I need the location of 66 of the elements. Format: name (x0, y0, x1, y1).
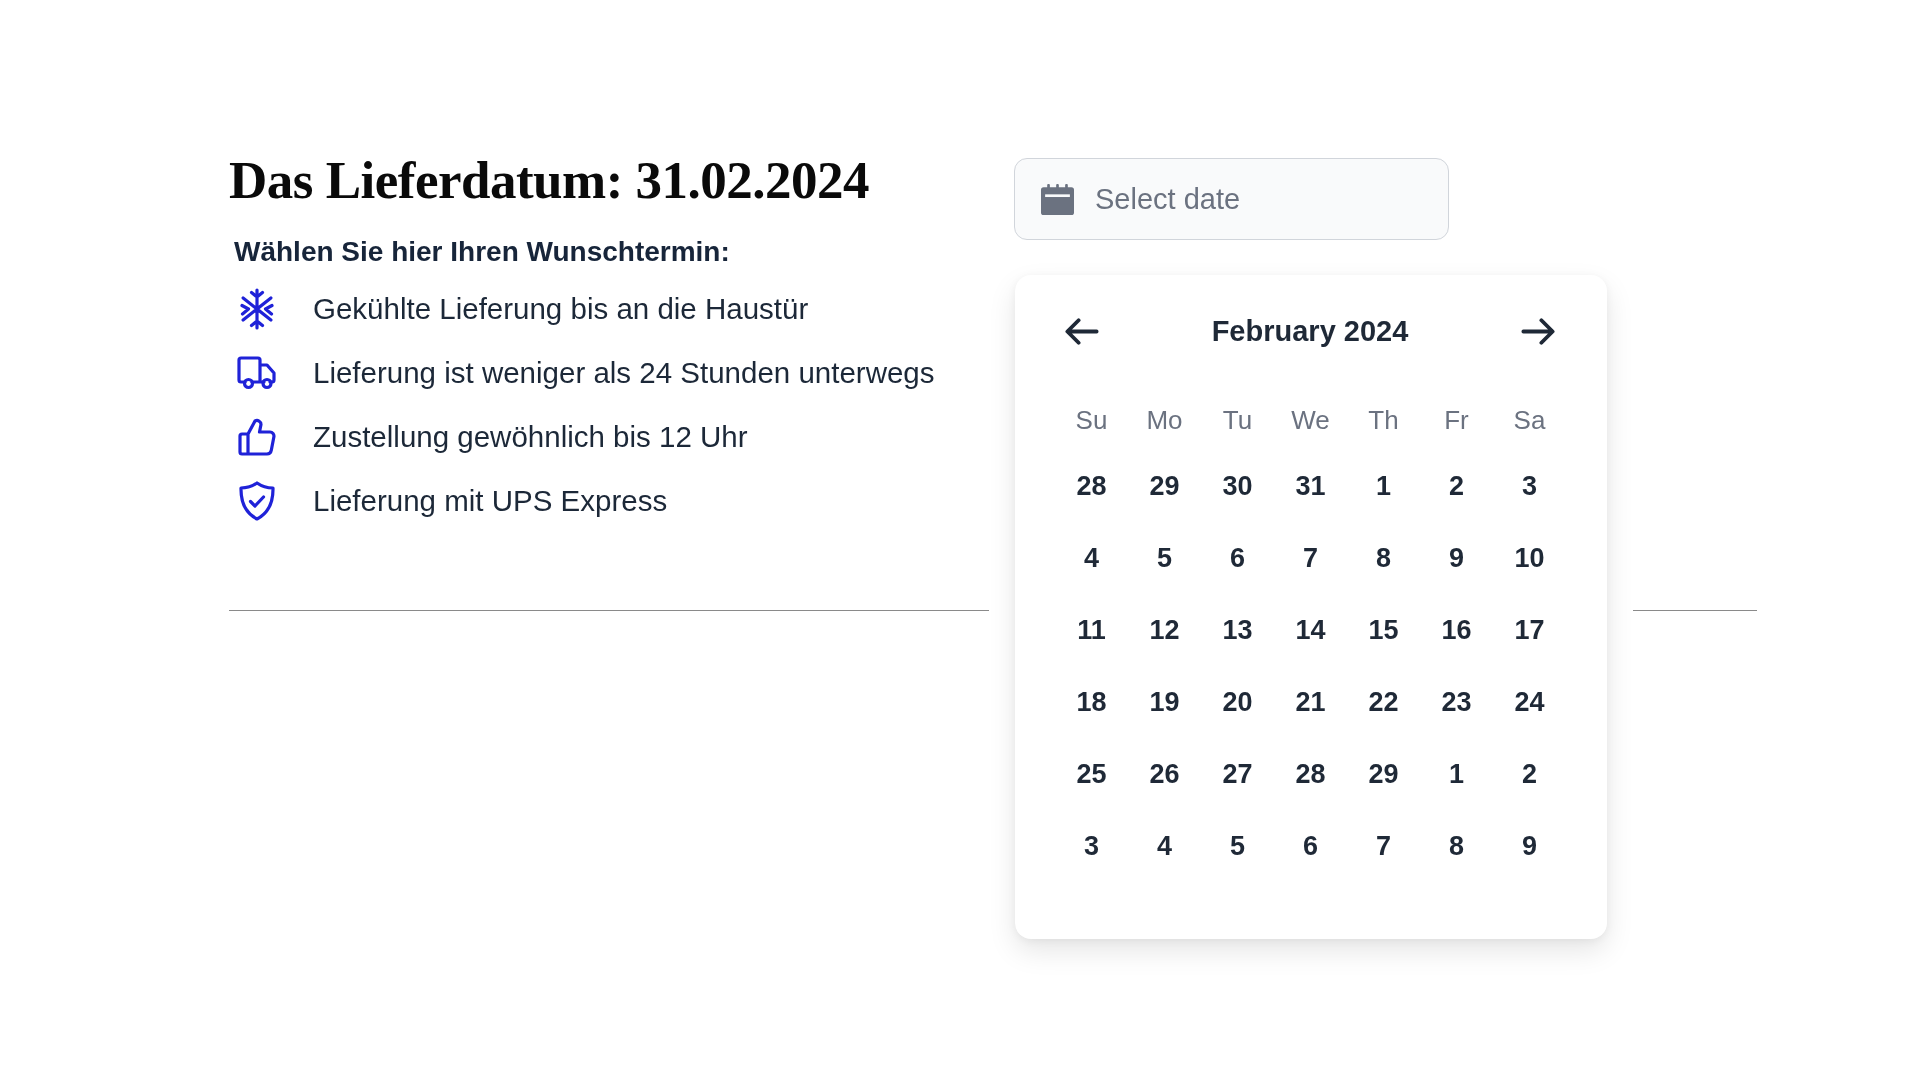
weekday-label: We (1291, 404, 1330, 436)
calendar-day[interactable]: 24 (1514, 686, 1545, 718)
calendar-day[interactable]: 17 (1514, 614, 1545, 646)
calendar-day[interactable]: 29 (1149, 470, 1180, 502)
feature-text: Zustellung gewöhnlich bis 12 Uhr (313, 419, 748, 455)
calendar-day[interactable]: 1 (1449, 758, 1464, 790)
subheading: Wählen Sie hier Ihren Wunschtermin: (234, 235, 730, 269)
calendar-day[interactable]: 10 (1514, 542, 1545, 574)
weekday-label: Fr (1444, 404, 1469, 436)
calendar-day[interactable]: 6 (1230, 542, 1245, 574)
calendar-day[interactable]: 31 (1295, 470, 1326, 502)
calendar-day[interactable]: 29 (1368, 758, 1399, 790)
calendar-day[interactable]: 7 (1376, 830, 1391, 862)
arrow-left-icon (1065, 317, 1099, 345)
calendar-day[interactable]: 18 (1076, 686, 1107, 718)
calendar-day[interactable]: 11 (1077, 614, 1106, 646)
snowflake-icon (239, 288, 275, 330)
weekday-label: Sa (1513, 404, 1546, 436)
calendar-day[interactable]: 9 (1449, 542, 1464, 574)
weekday-label: Tu (1222, 404, 1253, 436)
thumbs-up-icon (238, 417, 276, 457)
next-month-button[interactable] (1521, 317, 1555, 345)
truck-icon (237, 356, 277, 390)
calendar-day[interactable]: 2 (1522, 758, 1537, 790)
feature-text: Lieferung ist weniger als 24 Stunden unterwegs (313, 355, 935, 391)
weekday-label: Th (1368, 404, 1399, 436)
weekday-label: Mo (1146, 404, 1183, 436)
calendar-day[interactable]: 1 (1376, 470, 1391, 502)
calendar-day[interactable]: 4 (1157, 830, 1172, 862)
calendar-day[interactable]: 4 (1084, 542, 1099, 574)
calendar-day[interactable]: 9 (1522, 830, 1537, 862)
calendar-day[interactable]: 23 (1441, 686, 1472, 718)
calendar-day[interactable]: 8 (1449, 830, 1464, 862)
calendar-day[interactable]: 21 (1295, 686, 1326, 718)
calendar-day[interactable]: 30 (1222, 470, 1253, 502)
calendar-day[interactable]: 26 (1149, 758, 1180, 790)
calendar-day[interactable]: 13 (1222, 614, 1253, 646)
calendar-day[interactable]: 6 (1303, 830, 1318, 862)
calendar-day[interactable]: 22 (1368, 686, 1399, 718)
calendar-day[interactable]: 3 (1522, 470, 1537, 502)
calendar-day[interactable]: 12 (1149, 614, 1180, 646)
weekday-label: Su (1075, 404, 1108, 436)
calendar-day[interactable]: 3 (1084, 830, 1099, 862)
calendar-day[interactable]: 5 (1157, 542, 1172, 574)
arrow-right-icon (1521, 317, 1555, 345)
calendar-day[interactable]: 15 (1368, 614, 1399, 646)
calendar-day[interactable]: 27 (1222, 758, 1253, 790)
calendar-day[interactable]: 20 (1222, 686, 1253, 718)
calendar-day[interactable]: 14 (1295, 614, 1326, 646)
calendar-day[interactable]: 2 (1449, 470, 1464, 502)
page-heading: Das Lieferdatum: 31.02.2024 (229, 151, 870, 209)
calendar-day[interactable]: 28 (1295, 758, 1326, 790)
calendar-icon (1041, 184, 1074, 215)
feature-text: Lieferung mit UPS Express (313, 483, 668, 519)
previous-month-button[interactable] (1065, 317, 1099, 345)
calendar-day[interactable]: 8 (1376, 542, 1391, 574)
shield-check-icon (239, 481, 275, 521)
feature-text: Gekühlte Lieferung bis an die Haustür (313, 291, 809, 327)
calendar-day[interactable]: 16 (1441, 614, 1472, 646)
calendar-day[interactable]: 7 (1303, 542, 1318, 574)
calendar-day[interactable]: 5 (1230, 830, 1245, 862)
calendar-day[interactable]: 25 (1076, 758, 1107, 790)
date-field[interactable]: Select date (1014, 158, 1449, 240)
month-label: February 2024 (1211, 314, 1409, 348)
calendar-day[interactable]: 19 (1149, 686, 1180, 718)
calendar-day[interactable]: 28 (1076, 470, 1107, 502)
